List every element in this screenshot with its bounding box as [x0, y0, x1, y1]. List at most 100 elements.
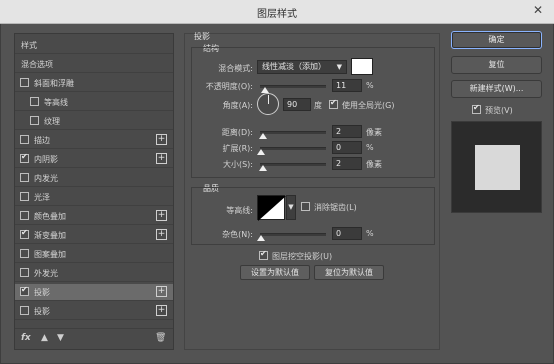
opacity-label: 不透明度(O):: [205, 82, 253, 91]
opacity-slider[interactable]: [260, 85, 326, 88]
opacity-input[interactable]: 11: [332, 79, 362, 92]
add-effect-icon[interactable]: +: [156, 153, 167, 164]
style-checkbox[interactable]: [20, 306, 29, 315]
reset-button[interactable]: 复位: [451, 56, 542, 74]
spread-label: 扩展(R):: [222, 144, 254, 153]
spread-slider[interactable]: [260, 147, 326, 150]
noise-input[interactable]: 0: [332, 227, 362, 240]
knockout-label: 图层挖空投影(U): [272, 252, 333, 261]
size-unit: 像素: [366, 160, 382, 169]
size-input[interactable]: 2: [332, 157, 362, 170]
distance-slider[interactable]: [260, 131, 326, 134]
spread-slider-thumb[interactable]: [257, 149, 265, 155]
style-list-item[interactable]: 投影 +: [15, 303, 173, 320]
distance-unit: 像素: [366, 128, 382, 137]
style-list-item[interactable]: 斜面和浮雕: [15, 75, 173, 92]
style-list-item[interactable]: 内发光: [15, 170, 173, 187]
style-list-item-label: 内发光: [34, 174, 58, 183]
trash-icon[interactable]: 🗑: [155, 333, 166, 343]
distance-input[interactable]: 2: [332, 125, 362, 138]
drop-shadow-panel: 投影 结构 混合模式: 线性减淡（添加） ▼ 不透明度(O): 11 % 角度(…: [184, 32, 440, 350]
style-list-item[interactable]: 颜色叠加 +: [15, 208, 173, 225]
style-checkbox[interactable]: [20, 228, 29, 239]
angle-dial[interactable]: [257, 93, 279, 115]
noise-slider-thumb[interactable]: [257, 235, 265, 241]
style-list: fx ▲ ▼ 🗑 样式混合选项斜面和浮雕等高线纹理描边 + 内阴影 + 内发光光泽颜色叠…: [14, 33, 174, 350]
preview-label: 预览(V): [485, 106, 513, 115]
style-list-item[interactable]: 混合选项: [15, 56, 173, 73]
add-effect-icon[interactable]: +: [156, 134, 167, 145]
blend-mode-select[interactable]: 线性减淡（添加） ▼: [257, 60, 347, 74]
add-effect-icon[interactable]: +: [156, 286, 167, 297]
style-checkbox[interactable]: [20, 268, 29, 277]
style-checkbox[interactable]: [30, 116, 39, 125]
style-list-item-label: 斜面和浮雕: [34, 79, 74, 88]
section-title: 投影: [194, 32, 210, 41]
fx-icon[interactable]: fx: [21, 333, 31, 343]
style-checkbox[interactable]: [20, 285, 29, 296]
style-list-item[interactable]: 纹理: [15, 113, 173, 130]
style-list-item-label: 混合选项: [21, 60, 53, 69]
style-preview: [451, 121, 542, 213]
move-up-icon[interactable]: ▲: [41, 333, 48, 343]
blend-mode-label: 混合模式:: [218, 64, 253, 73]
style-list-item[interactable]: 内阴影 +: [15, 151, 173, 168]
reset-default-button[interactable]: 复位为默认值: [314, 265, 384, 280]
global-light-label: 使用全局光(G): [342, 101, 395, 110]
add-effect-icon[interactable]: +: [156, 305, 167, 316]
style-list-item-label: 颜色叠加: [34, 212, 66, 221]
style-list-item-label: 等高线: [44, 98, 68, 107]
add-effect-icon[interactable]: +: [156, 229, 167, 240]
style-checkbox[interactable]: [20, 78, 29, 87]
contour-label: 等高线:: [226, 206, 253, 215]
angle-label: 角度(A):: [222, 101, 253, 110]
contour-preview[interactable]: [257, 195, 286, 221]
distance-label: 距离(D):: [221, 128, 253, 137]
distance-slider-thumb[interactable]: [259, 133, 267, 139]
preview-checkbox[interactable]: [472, 103, 481, 114]
size-slider-thumb[interactable]: [259, 165, 267, 171]
style-checkbox[interactable]: [20, 192, 29, 201]
style-list-item[interactable]: 等高线: [15, 94, 173, 111]
noise-unit: %: [366, 229, 374, 238]
global-light-checkbox[interactable]: [329, 98, 338, 109]
move-down-icon[interactable]: ▼: [57, 333, 64, 343]
spread-input[interactable]: 0: [332, 141, 362, 154]
layer-style-dialog: fx ▲ ▼ 🗑 样式混合选项斜面和浮雕等高线纹理描边 + 内阴影 + 内发光光泽颜色叠…: [0, 24, 554, 364]
contour-dropdown-icon[interactable]: ▼: [286, 195, 296, 220]
set-default-button[interactable]: 设置为默认值: [240, 265, 310, 280]
style-list-item[interactable]: 渐变叠加 +: [15, 227, 173, 244]
style-checkbox[interactable]: [20, 249, 29, 258]
knockout-checkbox[interactable]: [259, 249, 268, 260]
style-checkbox[interactable]: [30, 97, 39, 106]
style-list-item[interactable]: 样式: [15, 37, 173, 54]
style-checkbox[interactable]: [20, 211, 29, 220]
ok-button[interactable]: 确定: [451, 31, 542, 49]
style-list-item-label: 描边: [34, 136, 50, 145]
style-list-item-label: 光泽: [34, 193, 50, 202]
add-effect-icon[interactable]: +: [156, 210, 167, 221]
antialias-label: 消除锯齿(L): [314, 203, 357, 212]
style-list-item-label: 投影: [34, 288, 50, 297]
style-list-item[interactable]: 图案叠加: [15, 246, 173, 263]
close-icon[interactable]: ✕: [531, 3, 545, 17]
style-checkbox[interactable]: [20, 135, 29, 144]
style-list-toolbar: fx ▲ ▼ 🗑: [15, 328, 173, 349]
style-checkbox[interactable]: [20, 173, 29, 182]
noise-label: 杂色(N):: [222, 230, 253, 239]
window-title: 图层样式: [257, 9, 297, 20]
style-list-item[interactable]: 光泽: [15, 189, 173, 206]
opacity-unit: %: [366, 81, 374, 90]
style-checkbox[interactable]: [20, 152, 29, 163]
size-slider[interactable]: [260, 163, 326, 166]
size-label: 大小(S):: [222, 160, 253, 169]
antialias-checkbox[interactable]: [301, 202, 310, 211]
shadow-color-swatch[interactable]: [351, 58, 373, 75]
new-style-button[interactable]: 新建样式(W)...: [451, 80, 542, 98]
style-list-item[interactable]: 外发光: [15, 265, 173, 282]
style-list-item-label: 图案叠加: [34, 250, 66, 259]
style-list-item[interactable]: 投影 +: [15, 284, 173, 301]
style-list-item[interactable]: 描边 +: [15, 132, 173, 149]
noise-slider[interactable]: [260, 233, 326, 236]
angle-input[interactable]: 90: [283, 98, 311, 111]
